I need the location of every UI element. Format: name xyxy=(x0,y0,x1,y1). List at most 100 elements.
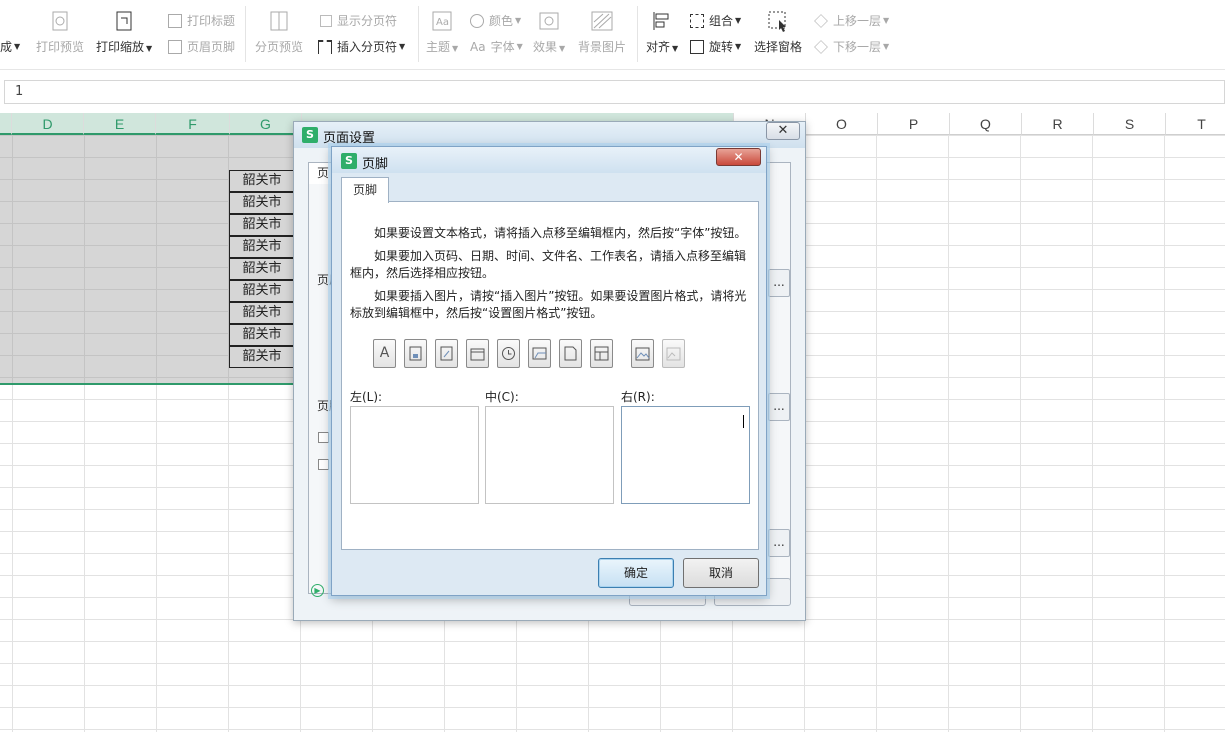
ribbon-toolbar: 成 ▼ 打印预览 打印缩放 ▼ 打印标题 页眉页脚 分页预览 显示分页符 插入分页符… xyxy=(0,0,1225,70)
column-header-q[interactable]: Q xyxy=(950,113,1022,135)
cut-label: 成 xyxy=(0,40,13,54)
column-header-partial[interactable] xyxy=(0,113,12,135)
column-header-f[interactable]: F xyxy=(156,113,230,135)
print-title-button[interactable]: 打印标题 xyxy=(168,12,235,29)
align-button[interactable]: 对齐 ▼ xyxy=(646,10,678,55)
selection-pane-button[interactable]: 选择窗格 xyxy=(754,10,802,55)
center-section-input[interactable] xyxy=(485,406,614,504)
selection-pane-label: 选择窗格 xyxy=(754,40,803,54)
page-count-icon xyxy=(440,346,453,361)
sheet-tab-icon xyxy=(594,346,609,361)
cell-g[interactable]: 韶关市 xyxy=(229,214,295,236)
custom-header-button[interactable]: ... xyxy=(768,269,790,297)
chevron-down-icon: ▼ xyxy=(146,44,153,53)
header-footer-label: 页眉页脚 xyxy=(187,40,236,54)
cancel-button[interactable]: 取消 xyxy=(683,558,759,588)
text-cursor xyxy=(743,415,744,428)
chevron-down-icon: ▼ xyxy=(672,44,679,53)
page-number-icon xyxy=(409,346,422,361)
page-setup-titlebar[interactable]: S 页面设置 ✕ xyxy=(294,122,805,148)
theme-button[interactable]: Aa 主题 ▼ xyxy=(426,10,458,55)
background-image-label: 背景图片 xyxy=(578,40,627,54)
cell-g[interactable]: 韶关市 xyxy=(229,346,295,368)
group-icon xyxy=(690,13,704,28)
format-picture-button[interactable] xyxy=(662,339,685,368)
page-number-button[interactable] xyxy=(404,339,427,368)
column-header-o[interactable]: O xyxy=(806,113,878,135)
column-header-p[interactable]: P xyxy=(878,113,950,135)
formula-bar[interactable]: 1 xyxy=(4,80,1225,104)
date-button[interactable] xyxy=(466,339,489,368)
footer-dialog-titlebar[interactable]: S 页脚 ✕ xyxy=(332,147,766,173)
footer-dialog-title: 页脚 xyxy=(362,157,389,172)
header-footer-button[interactable]: 页眉页脚 xyxy=(168,38,235,55)
column-header-s[interactable]: S xyxy=(1094,113,1166,135)
bring-forward-button[interactable]: 上移一层 ▼ xyxy=(814,12,889,29)
show-page-breaks-label: 显示分页符 xyxy=(337,14,398,28)
ok-button[interactable]: 确定 xyxy=(598,558,674,588)
close-icon[interactable]: ✕ xyxy=(716,148,761,166)
show-page-breaks-checkbox[interactable]: 显示分页符 xyxy=(320,12,397,29)
page-count-button[interactable] xyxy=(435,339,458,368)
left-section-input[interactable] xyxy=(350,406,479,504)
insert-picture-button[interactable] xyxy=(631,339,654,368)
column-header-r[interactable]: R xyxy=(1022,113,1094,135)
right-section-label: 右(R): xyxy=(621,390,655,404)
insert-page-break-icon xyxy=(318,39,332,54)
column-header-d[interactable]: D xyxy=(12,113,84,135)
fonts-label: 字体 xyxy=(490,40,515,54)
right-section-input[interactable] xyxy=(621,406,750,504)
column-header-t[interactable]: T xyxy=(1166,113,1225,135)
left-section-label: 左(L): xyxy=(350,390,383,404)
background-image-icon xyxy=(591,11,613,31)
print-preview-button[interactable]: 打印预览 xyxy=(36,10,84,55)
print-scale-icon xyxy=(116,11,132,31)
align-label: 对齐 xyxy=(646,40,671,54)
sheet-name-button[interactable] xyxy=(590,339,613,368)
font-button[interactable]: A xyxy=(373,339,396,368)
background-image-button[interactable]: 背景图片 xyxy=(578,10,626,55)
calendar-icon xyxy=(470,348,485,361)
instruction-text: 如果要加入页码、日期、时间、文件名、工作表名，请插入点移至编辑框内，然后选择相应… xyxy=(350,249,747,280)
cell-g[interactable]: 韶关市 xyxy=(229,170,295,192)
options-button[interactable]: ... xyxy=(768,529,790,557)
selection-pane-icon xyxy=(768,11,786,32)
cell-g[interactable]: 韶关市 xyxy=(229,192,295,214)
effects-button[interactable]: 效果 ▼ xyxy=(533,10,565,55)
colors-label: 颜色 xyxy=(489,14,514,28)
checkbox[interactable] xyxy=(318,459,329,470)
close-icon[interactable]: ✕ xyxy=(766,122,800,140)
file-name-button[interactable] xyxy=(559,339,582,368)
ribbon-divider xyxy=(245,6,246,62)
rotate-button[interactable]: 旋转 ▼ xyxy=(690,38,741,55)
send-backward-button[interactable]: 下移一层 ▼ xyxy=(814,38,889,55)
colors-button[interactable]: 颜色 ▼ xyxy=(470,12,521,29)
tab-footer[interactable]: 页脚 xyxy=(341,177,389,203)
theme-label: 主题 xyxy=(426,40,451,54)
send-backward-icon xyxy=(814,39,828,54)
chevron-down-icon: ▼ xyxy=(735,16,742,25)
cell-g[interactable]: 韶关市 xyxy=(229,302,295,324)
group-button[interactable]: 组合 ▼ xyxy=(690,12,741,29)
spreadsheet-app: 成 ▼ 打印预览 打印缩放 ▼ 打印标题 页眉页脚 分页预览 显示分页符 插入分页符… xyxy=(0,0,1225,732)
column-header-e[interactable]: E xyxy=(84,113,156,135)
ribbon-cut-partial[interactable]: 成 ▼ xyxy=(0,38,20,55)
group-label: 组合 xyxy=(709,14,734,28)
cell-g[interactable]: 韶关市 xyxy=(229,280,295,302)
column-header-g[interactable]: G xyxy=(230,113,302,135)
tips-play-icon[interactable]: ▶ xyxy=(311,584,324,597)
print-scale-button[interactable]: 打印缩放 ▼ xyxy=(96,10,152,55)
fonts-button[interactable]: Aa 字体 ▼ xyxy=(470,38,523,55)
page-break-preview-button[interactable]: 分页预览 xyxy=(255,10,303,55)
custom-footer-button[interactable]: ... xyxy=(768,393,790,421)
file-path-button[interactable] xyxy=(528,339,551,368)
cell-g[interactable]: 韶关市 xyxy=(229,324,295,346)
cell-g[interactable]: 韶关市 xyxy=(229,236,295,258)
page-break-preview-label: 分页预览 xyxy=(255,40,304,54)
chevron-down-icon: ▼ xyxy=(515,16,522,25)
rotate-label: 旋转 xyxy=(709,40,734,54)
time-button[interactable] xyxy=(497,339,520,368)
cell-g[interactable]: 韶关市 xyxy=(229,258,295,280)
checkbox[interactable] xyxy=(318,432,329,443)
insert-page-break-button[interactable]: 插入分页符 ▼ xyxy=(318,38,405,55)
